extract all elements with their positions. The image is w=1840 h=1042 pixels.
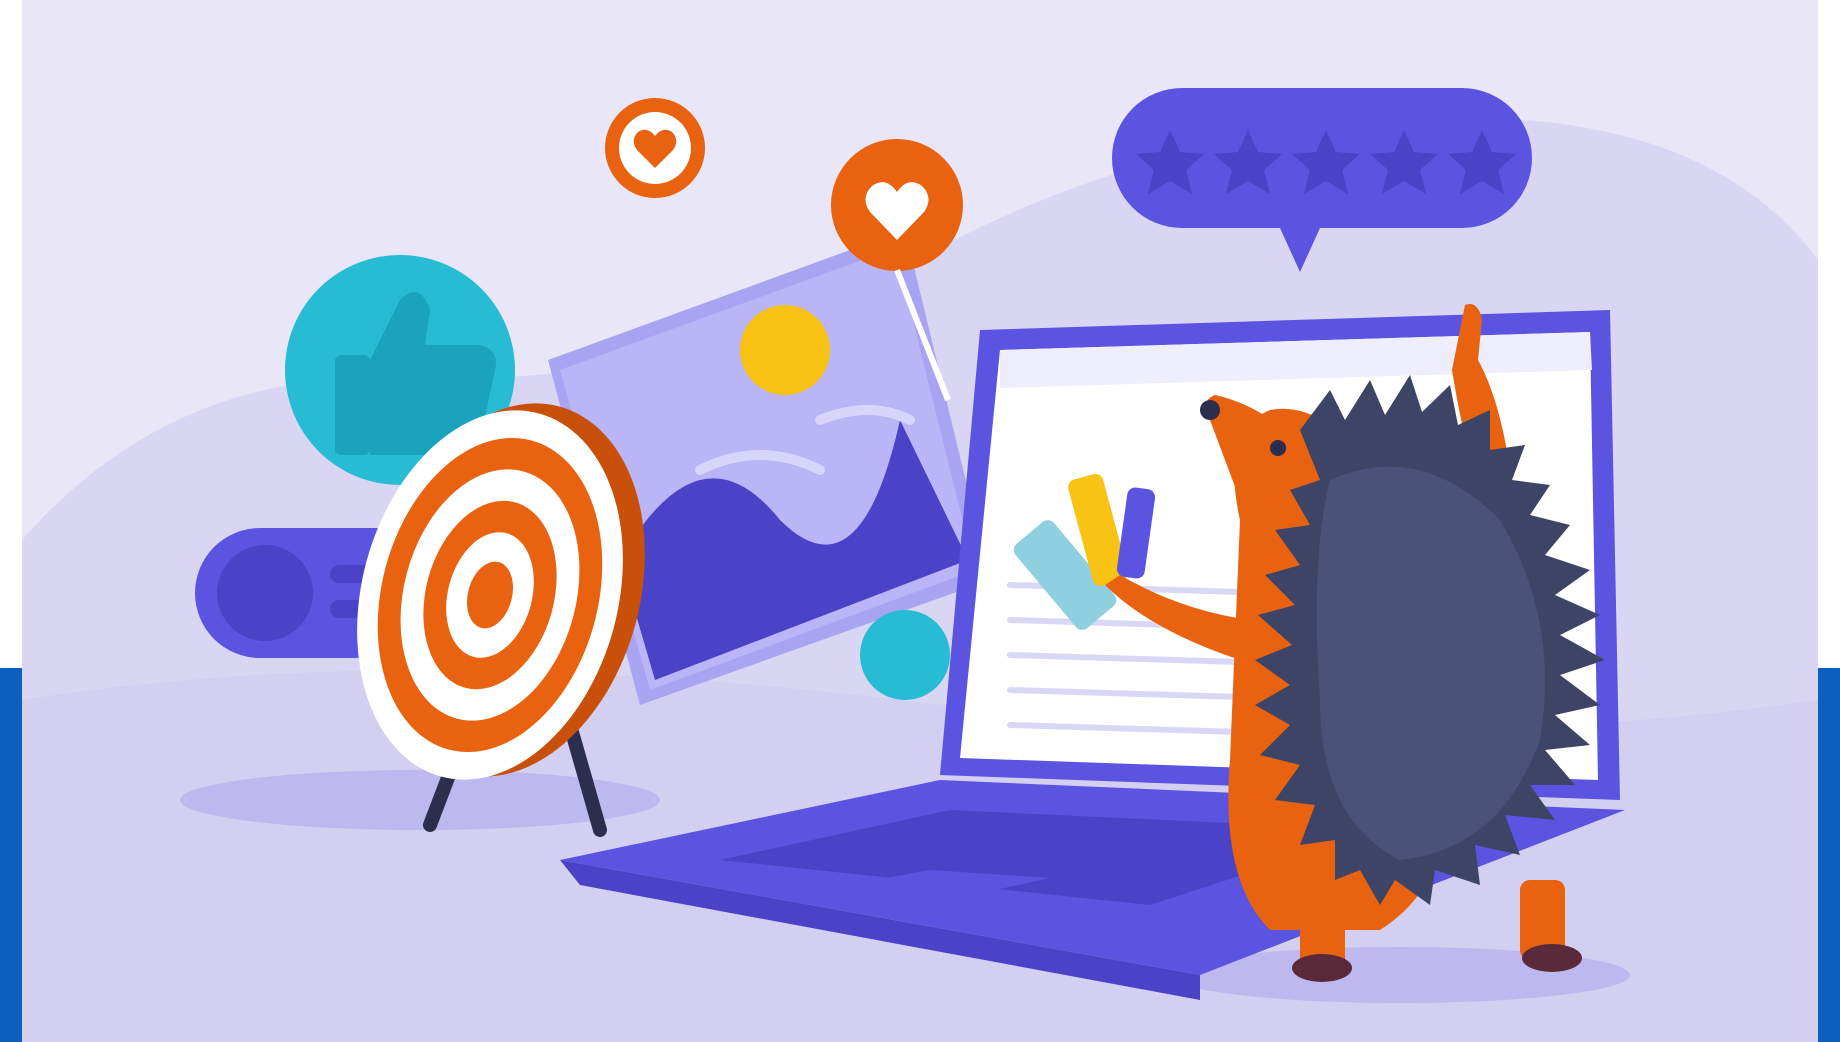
- nose: [1200, 400, 1220, 420]
- eye: [1270, 440, 1286, 456]
- teal-dot: [860, 610, 950, 700]
- sun-icon: [740, 305, 830, 395]
- heart-icon: [605, 98, 705, 198]
- hedgehog-illustration: [22, 0, 1818, 1042]
- illustration-canvas: [0, 0, 1840, 1042]
